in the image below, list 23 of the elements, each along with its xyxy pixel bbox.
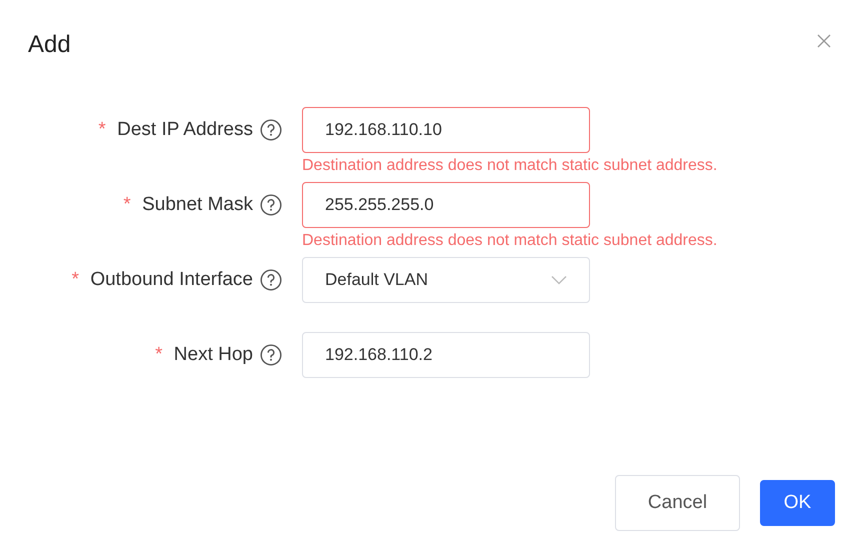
ok-button[interactable]: OK [760, 480, 835, 526]
help-icon[interactable] [260, 194, 282, 216]
required-mark: * [72, 269, 80, 290]
input-field[interactable]: 192.168.110.2 [302, 332, 590, 378]
interface-dropdown[interactable]: Default VLAN [302, 257, 590, 303]
required-mark: * [98, 119, 106, 140]
field-label: Subnet Mask [142, 194, 253, 215]
required-mark: * [155, 344, 163, 365]
field-label: Dest IP Address [117, 119, 253, 140]
close-icon[interactable] [817, 34, 831, 48]
dialog-title: Add [28, 31, 71, 59]
help-icon[interactable] [260, 269, 282, 291]
error-message: Destination address does not match static subnet address. [302, 157, 718, 175]
cancel-button[interactable]: Cancel [615, 475, 740, 531]
help-icon[interactable] [260, 119, 282, 141]
help-icon[interactable] [260, 344, 282, 366]
error-message: Destination address does not match static subnet address. [302, 232, 718, 250]
chevron-down-icon [551, 275, 567, 285]
field-label: Outbound Interface [90, 269, 253, 290]
input-field[interactable]: 255.255.255.0 [302, 182, 590, 228]
required-mark: * [123, 194, 131, 215]
input-field[interactable]: 192.168.110.10 [302, 107, 590, 153]
field-label: Next Hop [174, 344, 253, 365]
